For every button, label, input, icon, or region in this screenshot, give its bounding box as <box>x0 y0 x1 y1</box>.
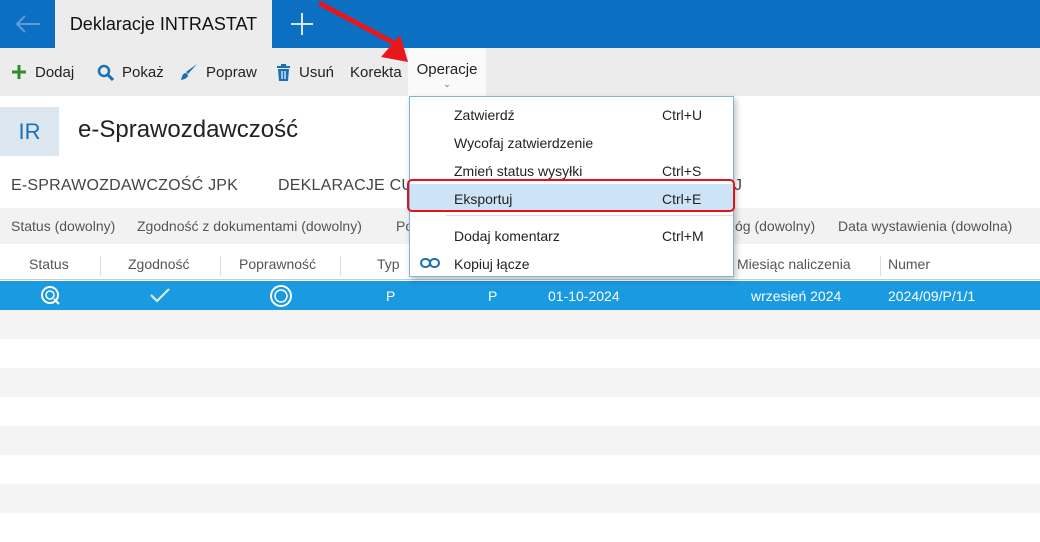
plus-icon <box>291 13 313 35</box>
column-divider <box>220 256 221 276</box>
partial-tab-text: J <box>734 177 742 194</box>
title-bar: Deklaracje INTRASTAT <box>0 0 1040 48</box>
column-header-typ[interactable]: Typ <box>377 256 400 272</box>
menu-item-label: Kopiuj łącze <box>454 256 530 272</box>
operations-label: Operacje <box>416 61 478 78</box>
toolbar: Dodaj Pokaż Popraw Usuń Korekta Operacje… <box>0 48 1040 96</box>
highlight-frame <box>407 179 735 212</box>
new-tab-button[interactable] <box>272 0 332 48</box>
empty-row <box>0 339 1040 368</box>
filter-status[interactable]: Status (dowolny) <box>11 218 115 234</box>
brush-icon <box>181 64 197 80</box>
empty-row <box>0 397 1040 426</box>
header-divider <box>0 279 1040 280</box>
check-icon <box>150 288 170 303</box>
edit-label: Popraw <box>206 63 257 81</box>
menu-item-label: Wycofaj zatwierdzenie <box>454 135 594 151</box>
column-header-miesiac[interactable]: Miesiąc naliczenia <box>737 256 851 272</box>
menu-item-kopiuj-lacze[interactable]: Kopiuj łącze <box>410 249 733 277</box>
link-icon <box>420 258 440 268</box>
page-title: e-Sprawozdawczość <box>78 116 299 143</box>
plus-icon <box>12 65 26 79</box>
operations-button[interactable]: Operacje ⌄ <box>408 48 486 96</box>
cell-date: 01-10-2024 <box>548 288 620 304</box>
empty-row <box>0 455 1040 484</box>
menu-divider <box>446 215 733 216</box>
menu-item-wycofaj[interactable]: Wycofaj zatwierdzenie <box>410 128 733 156</box>
column-divider <box>340 256 341 276</box>
empty-row <box>0 426 1040 455</box>
column-header-zgodnosc[interactable]: Zgodność <box>128 256 189 272</box>
column-header-status[interactable]: Status <box>29 256 69 272</box>
column-divider <box>100 256 101 276</box>
cell-typ: P <box>386 288 396 304</box>
trash-icon <box>277 63 290 81</box>
back-button[interactable] <box>0 0 55 48</box>
chevron-down-icon: ⌄ <box>443 79 451 89</box>
tab-deklaracje-intrastat[interactable]: Deklaracje INTRASTAT <box>55 0 272 48</box>
menu-item-label: Zmień status wysyłki <box>454 163 583 179</box>
column-divider <box>880 256 881 276</box>
cell-typ2: P <box>488 288 498 304</box>
column-header-numer[interactable]: Numer <box>888 256 930 272</box>
filter-zgodnosc[interactable]: Zgodność z dokumentami (dowolny) <box>137 218 362 234</box>
module-badge: IR <box>0 107 59 156</box>
menu-item-zatwierdz[interactable]: Zatwierdź Ctrl+U <box>410 100 733 128</box>
add-label: Dodaj <box>35 63 75 81</box>
empty-row <box>0 368 1040 397</box>
menu-item-dodaj-komentarz[interactable]: Dodaj komentarz Ctrl+M <box>410 221 733 249</box>
menu-item-label: Dodaj komentarz <box>454 228 560 244</box>
add-button[interactable]: Dodaj <box>11 48 74 96</box>
column-header-poprawnosc[interactable]: Poprawność <box>239 256 316 272</box>
menu-item-shortcut: Ctrl+M <box>662 228 704 244</box>
badge-text: IR <box>18 118 41 144</box>
search-icon <box>97 64 114 81</box>
menu-item-shortcut: Ctrl+U <box>662 107 703 123</box>
correction-label: Korekta <box>350 63 402 81</box>
menu-item-shortcut: Ctrl+S <box>662 163 702 179</box>
cell-number: 2024/09/P/1/1 <box>888 288 976 304</box>
table-row[interactable]: P P 01-10-2024 wrzesień 2024 2024/09/P/1… <box>0 281 1040 310</box>
status-icon <box>41 286 60 305</box>
correction-button[interactable]: Korekta <box>350 48 402 96</box>
tab-title: Deklaracje INTRASTAT <box>69 13 258 34</box>
edit-button[interactable]: Popraw <box>180 48 257 96</box>
delete-button[interactable]: Usuń <box>276 48 334 96</box>
empty-row <box>0 310 1040 339</box>
cell-month: wrzesień 2024 <box>751 288 842 304</box>
menu-item-label: Zatwierdź <box>454 107 515 123</box>
back-arrow-icon <box>15 15 40 33</box>
delete-label: Usuń <box>299 63 335 81</box>
filter-data-wystawienia[interactable]: Data wystawienia (dowolna) <box>838 218 1012 234</box>
correctness-icon <box>270 285 292 307</box>
tab-e-sprawozdawczosc-jpk[interactable]: E-SPRAWOZDAWCZOŚĆ JPK <box>11 177 238 195</box>
empty-row <box>0 484 1040 513</box>
tab-deklaracje-cu[interactable]: DEKLARACJE CU <box>278 177 413 195</box>
filter-prog[interactable]: óg (dowolny) <box>735 218 815 234</box>
show-label: Pokaż <box>122 63 164 81</box>
show-button[interactable]: Pokaż <box>97 48 164 96</box>
empty-row <box>0 513 1040 542</box>
